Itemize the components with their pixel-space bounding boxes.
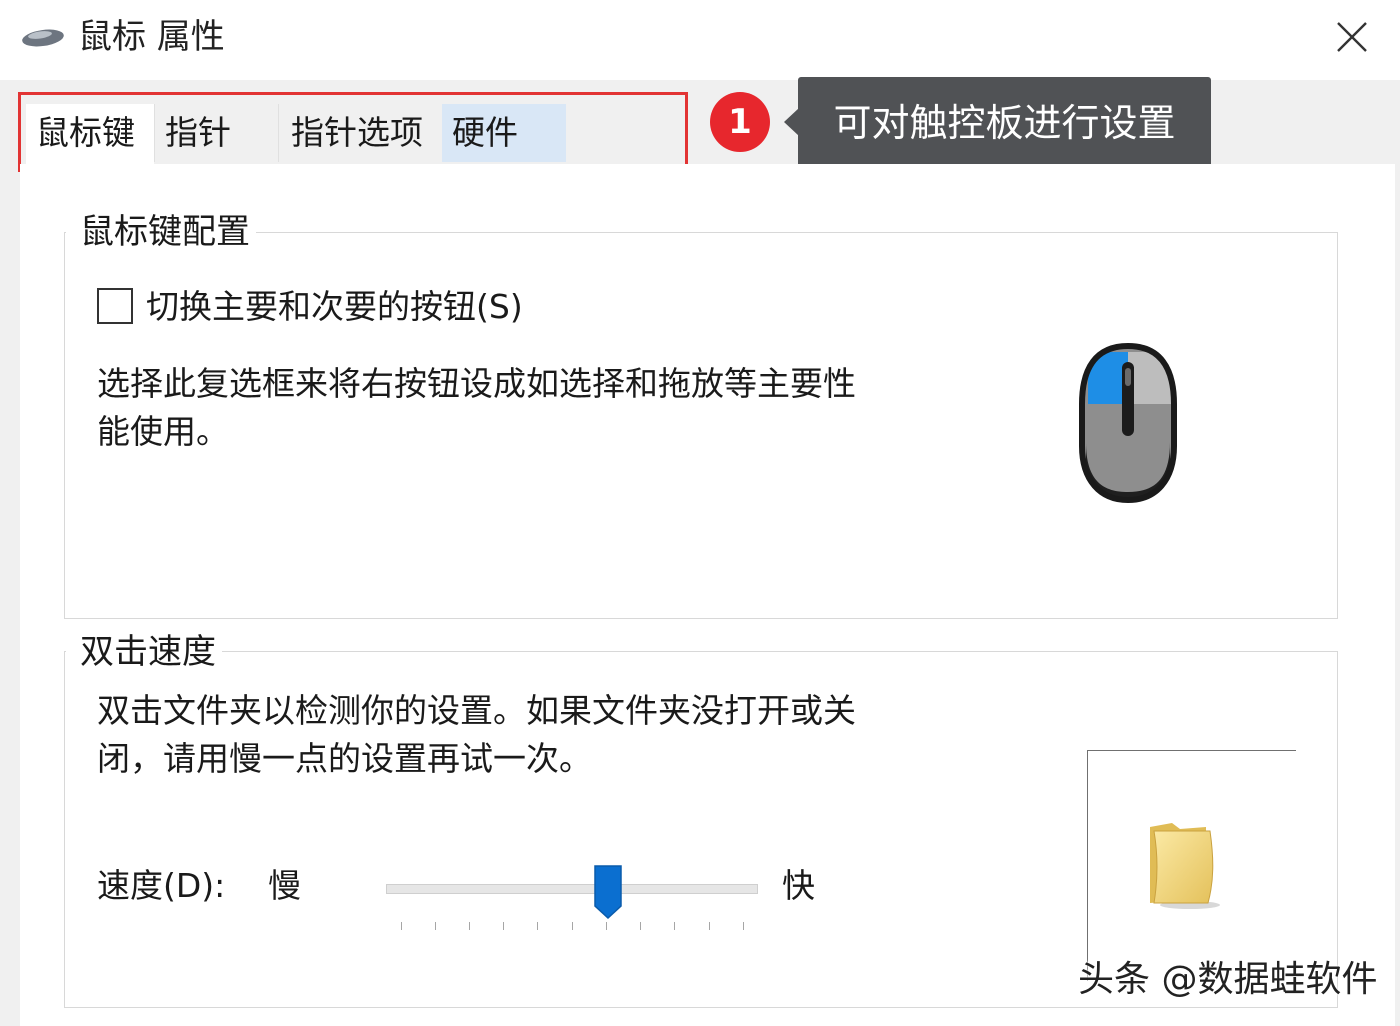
tab-pointer-options[interactable]: 指针选项 <box>278 104 442 162</box>
slider-tick <box>503 922 504 930</box>
slider-tick <box>743 922 744 930</box>
tab-mouse-buttons[interactable]: 鼠标键 <box>26 104 154 164</box>
double-click-description-line1: 双击文件夹以检测你的设置。如果文件夹没打开或关 <box>97 691 856 730</box>
close-icon <box>1337 22 1367 52</box>
window-title: 鼠标 属性 <box>78 17 225 57</box>
double-click-legend: 双击速度 <box>66 632 222 672</box>
slider-tick <box>469 922 470 930</box>
close-button[interactable] <box>1320 8 1384 66</box>
swap-buttons-checkbox[interactable] <box>97 288 133 324</box>
annotation-tooltip: 可对触控板进行设置 <box>798 77 1211 169</box>
step-badge: 1 <box>710 92 770 152</box>
speed-slider-thumb[interactable] <box>593 864 623 924</box>
slider-tick <box>709 922 710 930</box>
fast-label: 快 <box>782 866 815 905</box>
title-bar: 鼠标 属性 <box>0 0 1400 80</box>
mouse-icon <box>1074 342 1182 508</box>
double-click-test-area[interactable] <box>1087 750 1296 981</box>
tab-pointers[interactable]: 指针 <box>154 104 278 162</box>
button-config-description-line1: 选择此复选框来将右按钮设成如选择和拖放等主要性 <box>97 364 856 403</box>
watermark: 头条 @数据蛙软件 <box>1078 959 1378 1000</box>
slider-tick <box>640 922 641 930</box>
tab-strip: 鼠标键 指针 指针选项 硬件 <box>26 104 586 164</box>
slow-label: 慢 <box>268 866 301 905</box>
mouse-app-icon <box>20 26 66 54</box>
slider-tick <box>674 922 675 930</box>
speed-slider-track[interactable] <box>386 884 758 894</box>
slider-tick <box>606 922 607 930</box>
slider-tick <box>537 922 538 930</box>
button-config-description-line2: 能使用。 <box>97 412 229 451</box>
slider-tick <box>572 922 573 930</box>
double-click-description-line2: 闭，请用慢一点的设置再试一次。 <box>97 739 592 778</box>
folder-icon[interactable] <box>1144 819 1228 915</box>
button-config-legend: 鼠标键配置 <box>66 212 256 252</box>
slider-tick <box>435 922 436 930</box>
speed-label: 速度(D): <box>97 866 226 905</box>
tooltip-tail <box>784 108 799 136</box>
tab-hardware[interactable]: 硬件 <box>442 104 566 162</box>
swap-buttons-label[interactable]: 切换主要和次要的按钮(S) <box>146 283 523 331</box>
slider-tick <box>401 922 402 930</box>
